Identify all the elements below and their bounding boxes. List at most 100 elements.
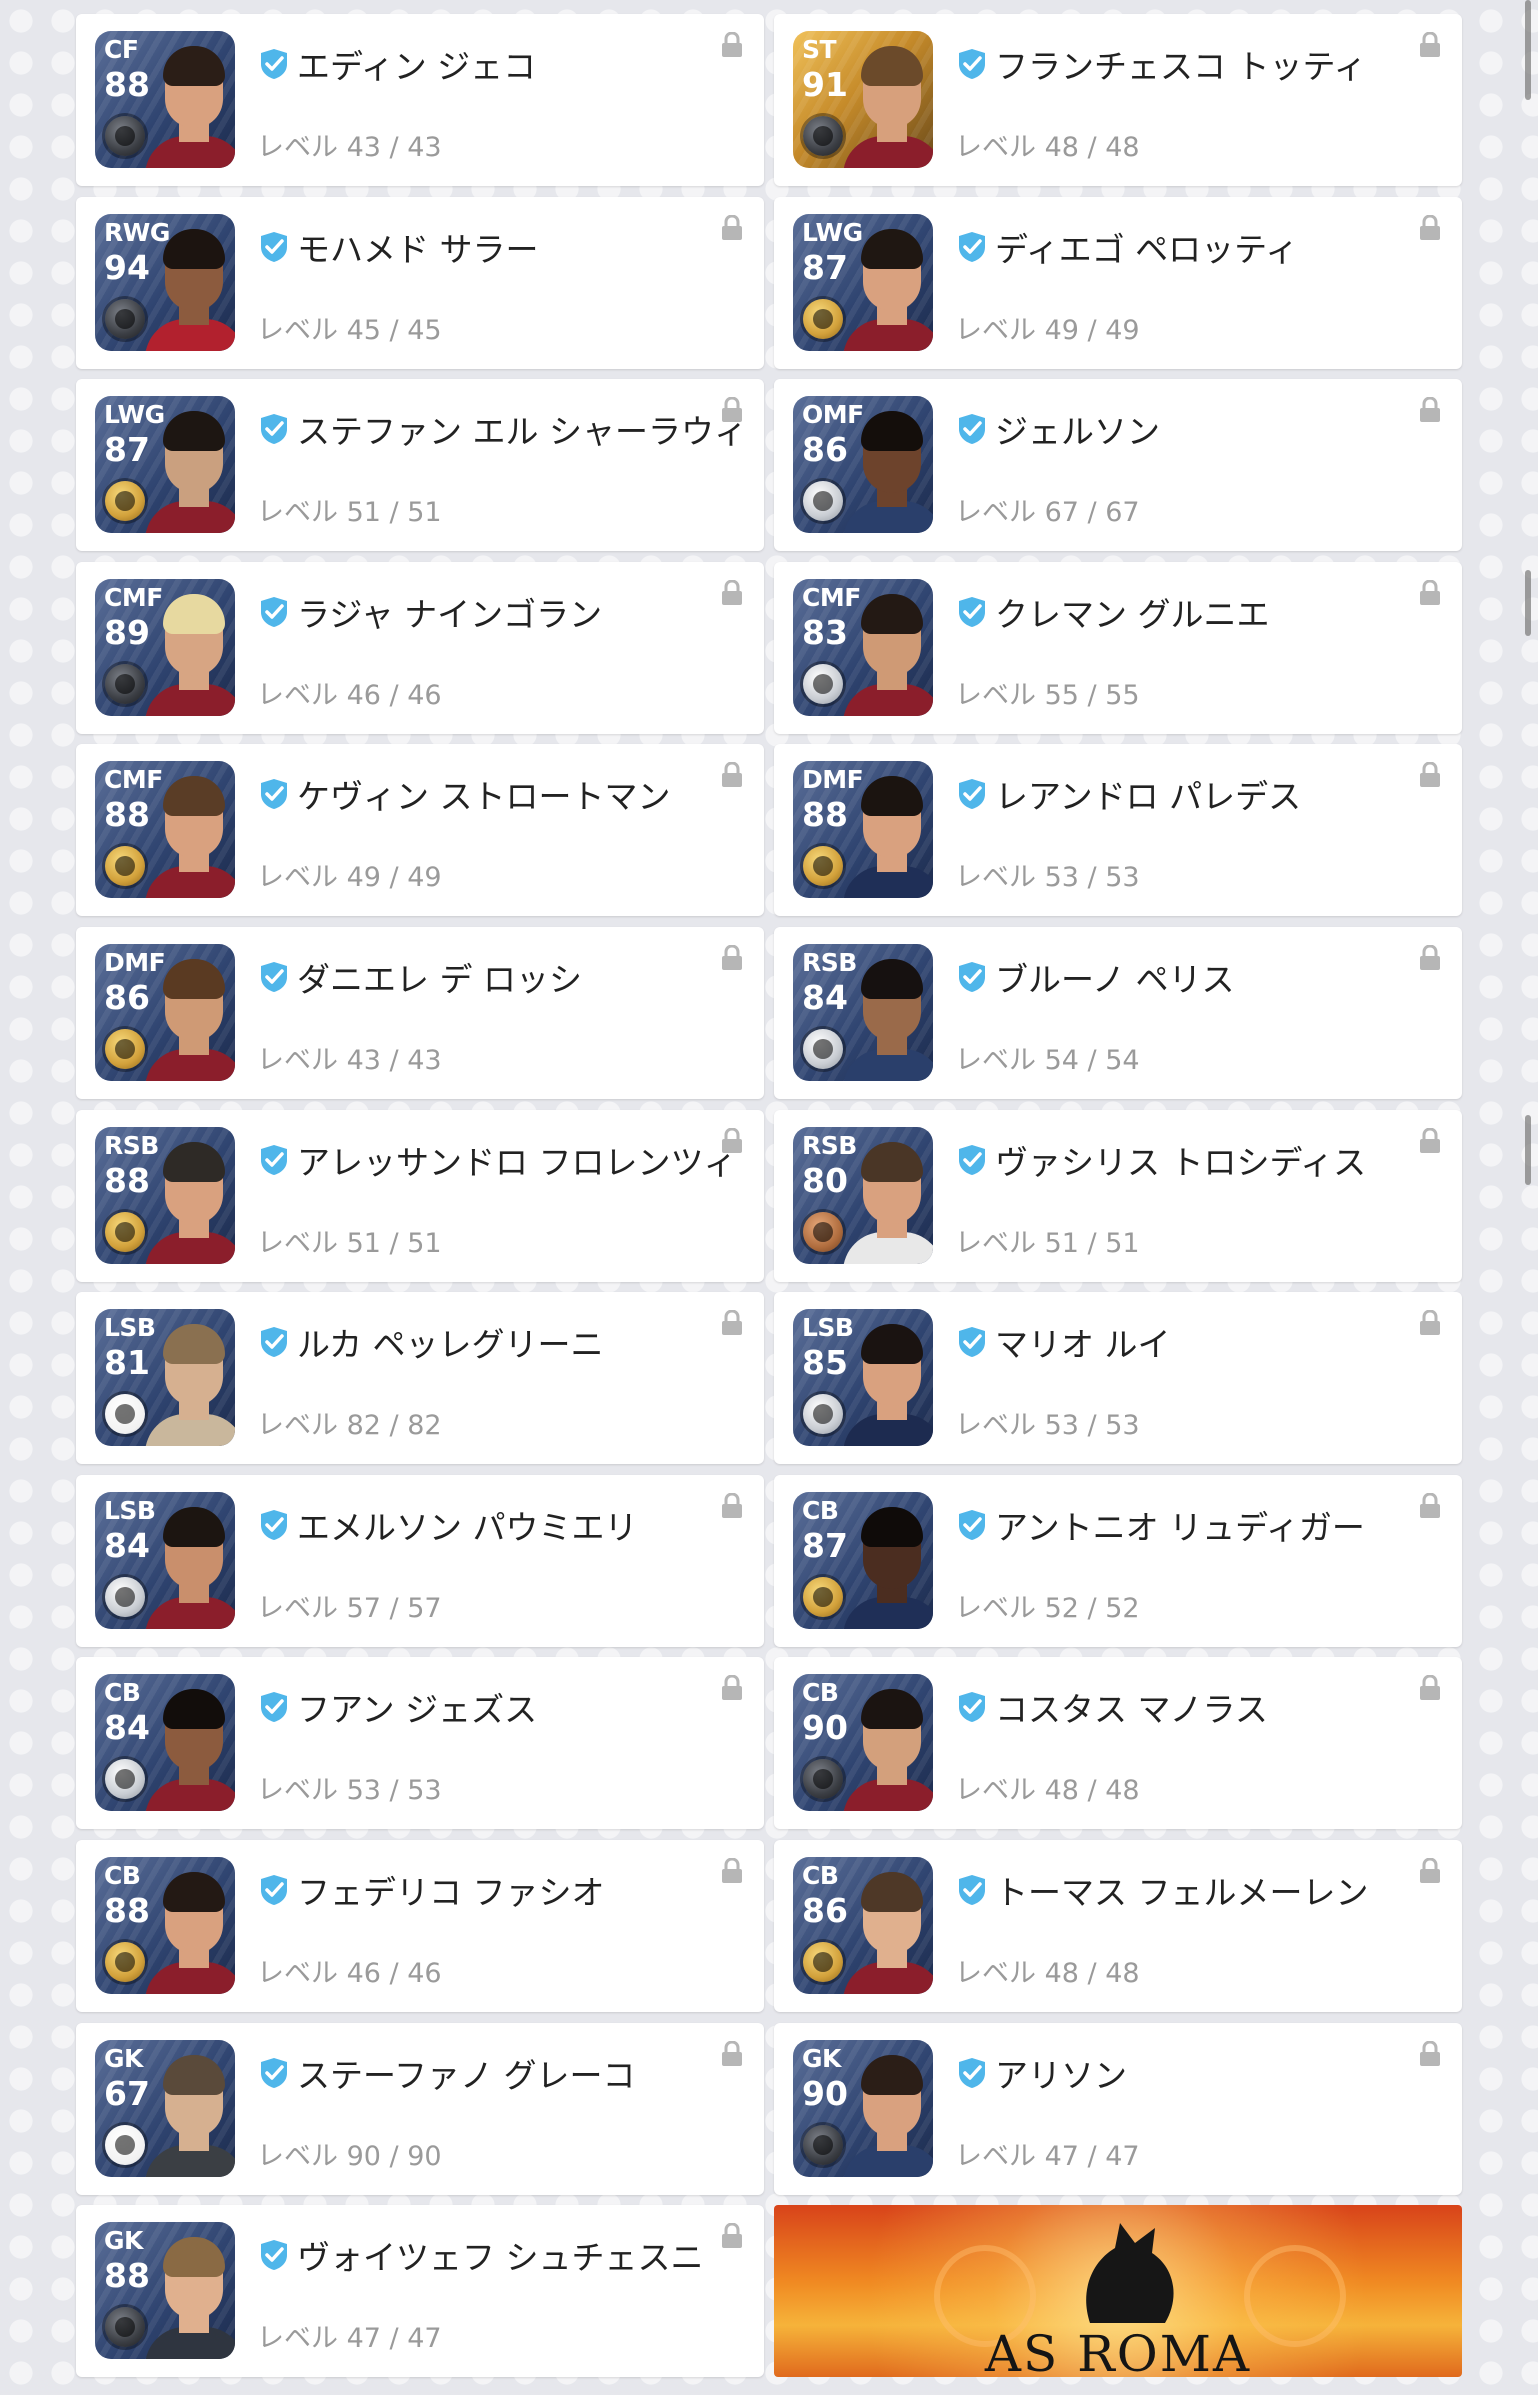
- lock-icon[interactable]: [721, 1310, 743, 1336]
- player-rank-coin-icon: [105, 663, 145, 704]
- lock-icon[interactable]: [721, 944, 743, 971]
- player-rank-coin-icon: [803, 1028, 843, 1069]
- player-name-row: トーマス フェルメーレン: [955, 1870, 1369, 1912]
- player-card[interactable]: LWG 87 ディエゴ ペロッティ レベル 49 / 49: [774, 196, 1462, 369]
- lock-icon[interactable]: [721, 2040, 743, 2067]
- lock-icon[interactable]: [721, 2223, 743, 2249]
- rating-label: 86: [802, 1890, 848, 1930]
- player-card[interactable]: CB 87 アントニオ リュディガー レベル 52 / 52: [774, 1474, 1462, 1647]
- player-card[interactable]: CB 90 コスタス マノラス レベル 48 / 48: [774, 1657, 1462, 1830]
- player-name-row: ケヴィン ストロートマン: [257, 774, 671, 816]
- player-card[interactable]: ST 91 フランチェスコ トッティ レベル 48 / 48: [774, 14, 1462, 186]
- lock-icon[interactable]: [721, 32, 743, 58]
- position-label: LSB: [802, 1313, 854, 1343]
- player-name: ディエゴ ペロッティ: [995, 229, 1299, 269]
- player-name-row: フアン ジェズス: [257, 1687, 537, 1729]
- lock-icon[interactable]: [1419, 944, 1441, 971]
- position-label: LSB: [104, 1495, 156, 1525]
- lock-icon[interactable]: [721, 1127, 743, 1154]
- lock-icon[interactable]: [1419, 1492, 1441, 1519]
- player-hair: [861, 1141, 923, 1182]
- lock-icon[interactable]: [721, 397, 743, 423]
- shield-check-icon: [261, 1327, 287, 1358]
- position-label: ST: [802, 35, 837, 64]
- position-label: CB: [802, 1678, 839, 1708]
- player-card[interactable]: RSB 84 ブルーノ ペリス レベル 54 / 54: [774, 926, 1462, 1099]
- player-card[interactable]: CB 84 フアン ジェズス レベル 53 / 53: [76, 1657, 764, 1830]
- scrollbar-thumb[interactable]: [1525, 1115, 1531, 1185]
- player-level: レベル 52 / 52: [955, 1592, 1140, 1624]
- lock-icon[interactable]: [1419, 214, 1441, 241]
- player-name: ラジャ ナインゴラン: [297, 594, 603, 634]
- rating-label: 80: [802, 1160, 848, 1200]
- player-card[interactable]: RSB 80 ヴァシリス トロシディス レベル 51 / 51: [774, 1109, 1462, 1282]
- player-hair: [861, 593, 923, 634]
- player-level: レベル 57 / 57: [257, 1592, 442, 1624]
- rating-label: 88: [104, 795, 150, 835]
- player-name-row: ジェルソン: [955, 409, 1160, 451]
- player-card[interactable]: DMF 88 レアンドロ パレデス レベル 53 / 53: [774, 744, 1462, 917]
- player-card[interactable]: GK 90 アリソン レベル 47 / 47: [774, 2022, 1462, 2195]
- lock-icon[interactable]: [1419, 2040, 1441, 2067]
- lock-icon[interactable]: [721, 762, 743, 788]
- shield-check-icon: [261, 414, 287, 445]
- shield-check-icon: [261, 2240, 287, 2271]
- player-card[interactable]: OMF 86 ジェルソン レベル 67 / 67: [774, 379, 1462, 552]
- player-hair: [163, 411, 225, 452]
- player-card[interactable]: RSB 88 アレッサンドロ フロレンツィ レベル 51 / 51: [76, 1109, 764, 1282]
- player-name-row: ステーファノ グレーコ: [257, 2053, 636, 2095]
- player-card[interactable]: LSB 84 エメルソン パウミエリ レベル 57 / 57: [76, 1474, 764, 1647]
- player-card[interactable]: CMF 83 クレマン グルニエ レベル 55 / 55: [774, 561, 1462, 734]
- lock-icon[interactable]: [721, 1857, 743, 1884]
- lock-icon[interactable]: [1419, 1127, 1441, 1154]
- lock-icon[interactable]: [1419, 397, 1441, 423]
- player-hair: [861, 1324, 923, 1365]
- player-card[interactable]: CB 88 フェデリコ ファシオ レベル 46 / 46: [76, 1839, 764, 2012]
- shield-check-icon: [261, 2057, 287, 2088]
- player-card[interactable]: GK 67 ステーファノ グレーコ レベル 90 / 90: [76, 2022, 764, 2195]
- player-card[interactable]: LWG 87 ステファン エル シャーラウィ レベル 51 / 51: [76, 379, 764, 552]
- player-card[interactable]: GK 88 ヴォイツェフ シュチェスニ レベル 47 / 47: [76, 2205, 764, 2378]
- player-hair: [163, 228, 225, 269]
- player-card[interactable]: DMF 86 ダニエレ デ ロッシ レベル 43 / 43: [76, 926, 764, 1099]
- lock-icon[interactable]: [1419, 1675, 1441, 1701]
- player-card[interactable]: CMF 89 ラジャ ナインゴラン レベル 46 / 46: [76, 561, 764, 734]
- player-rank-coin-icon: [105, 1394, 145, 1435]
- lock-icon[interactable]: [1419, 1857, 1441, 1884]
- player-card[interactable]: LSB 85 マリオ ルイ レベル 53 / 53: [774, 1292, 1462, 1465]
- lock-icon[interactable]: [721, 1492, 743, 1519]
- player-thumbnail: OMF 86: [793, 396, 933, 534]
- position-label: LWG: [104, 400, 165, 430]
- player-name: ケヴィン ストロートマン: [297, 777, 671, 817]
- player-name-row: ラジャ ナインゴラン: [257, 592, 602, 634]
- rating-label: 90: [802, 2073, 848, 2113]
- lock-icon[interactable]: [1419, 1310, 1441, 1336]
- player-name: フアン ジェズス: [297, 1690, 538, 1730]
- player-name: モハメド サラー: [297, 229, 539, 269]
- player-thumbnail: GK 90: [793, 2039, 933, 2177]
- club-banner[interactable]: AS ROMA: [774, 2205, 1462, 2378]
- lock-icon[interactable]: [1419, 32, 1441, 58]
- player-rank-coin-icon: [803, 1576, 843, 1617]
- player-name-row: クレマン グルニエ: [955, 592, 1270, 634]
- player-face-icon: [843, 2049, 933, 2177]
- player-card[interactable]: LSB 81 ルカ ペッレグリーニ レベル 82 / 82: [76, 1292, 764, 1465]
- player-card[interactable]: CB 86 トーマス フェルメーレン レベル 48 / 48: [774, 1839, 1462, 2012]
- lock-icon[interactable]: [721, 1675, 743, 1701]
- lock-icon[interactable]: [1419, 762, 1441, 788]
- player-card[interactable]: CF 88 エディン ジェコ レベル 43 / 43: [76, 14, 764, 186]
- player-card[interactable]: CMF 88 ケヴィン ストロートマン レベル 49 / 49: [76, 744, 764, 917]
- player-card[interactable]: RWG 94 モハメド サラー レベル 45 / 45: [76, 196, 764, 369]
- lock-icon[interactable]: [1419, 579, 1441, 606]
- player-rank-coin-icon: [803, 663, 843, 704]
- lock-icon[interactable]: [721, 579, 743, 606]
- shield-check-icon: [959, 49, 985, 79]
- player-face-icon: [145, 2231, 235, 2360]
- lock-icon[interactable]: [721, 214, 743, 241]
- player-name: ヴォイツェフ シュチェスニ: [297, 2238, 704, 2278]
- player-rank-coin-icon: [803, 1211, 843, 1252]
- shield-check-icon: [959, 1144, 985, 1175]
- scrollbar-thumb[interactable]: [1525, 0, 1531, 100]
- scrollbar-thumb[interactable]: [1525, 570, 1531, 636]
- player-level: レベル 43 / 43: [257, 132, 442, 163]
